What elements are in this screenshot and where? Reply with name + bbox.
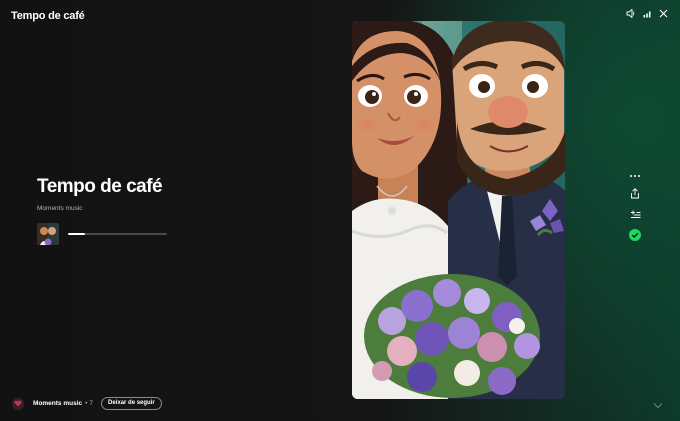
- footer-separator: •: [85, 400, 88, 407]
- close-icon[interactable]: [659, 9, 668, 18]
- more-icon[interactable]: [628, 174, 642, 178]
- track-artist[interactable]: Moments music: [37, 205, 177, 212]
- artist-avatar[interactable]: [12, 397, 24, 410]
- progress-fill: [68, 233, 85, 235]
- artist-footer: Moments music • 7 Deixar de seguir: [12, 397, 162, 410]
- progress-bar[interactable]: [68, 233, 167, 235]
- share-icon[interactable]: [628, 188, 642, 199]
- signal-bars-icon[interactable]: [643, 10, 652, 18]
- app-title: Tempo de café: [11, 10, 85, 22]
- check-circle-icon[interactable]: [628, 229, 642, 241]
- chevron-down-icon[interactable]: [653, 396, 663, 414]
- footer-artist-name[interactable]: Moments music: [33, 400, 82, 407]
- mini-player-row: [37, 223, 177, 247]
- canvas-video[interactable]: [352, 21, 565, 399]
- unfollow-button[interactable]: Deixar de seguir: [101, 397, 162, 410]
- cover-thumbnail[interactable]: [37, 223, 59, 245]
- add-to-queue-icon[interactable]: [628, 209, 642, 219]
- volume-icon[interactable]: [626, 9, 636, 18]
- side-actions: [628, 174, 642, 251]
- top-controls: [626, 9, 668, 18]
- footer-count: 7: [89, 400, 94, 407]
- track-title: Tempo de café: [37, 176, 163, 197]
- now-playing-info: Tempo de café Moments music: [37, 175, 177, 247]
